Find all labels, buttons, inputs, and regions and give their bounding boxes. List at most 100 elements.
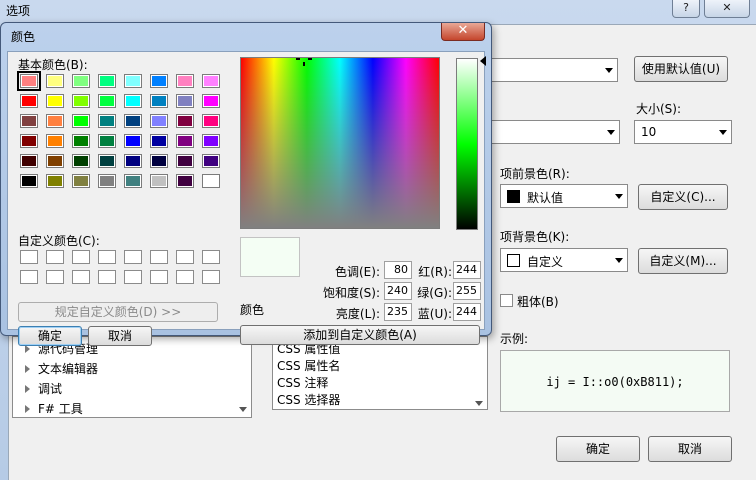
options-ok-button[interactable]: 确定 — [556, 436, 640, 462]
tree-item-debugging[interactable]: 调试 — [25, 380, 62, 397]
custom-color-swatch[interactable] — [98, 250, 116, 264]
basic-color-swatch[interactable] — [176, 134, 194, 148]
basic-color-swatch[interactable] — [176, 154, 194, 168]
luminosity-field[interactable]: 235 — [384, 303, 412, 321]
basic-color-swatch[interactable] — [98, 114, 116, 128]
tree-item-text-editor[interactable]: 文本编辑器 — [25, 360, 98, 377]
basic-color-swatch[interactable] — [46, 94, 64, 108]
list-item[interactable]: CSS 选择器 — [277, 391, 340, 408]
basic-color-swatch[interactable] — [46, 174, 64, 188]
options-close-button[interactable]: ✕ — [704, 0, 750, 18]
item-foreground-combo[interactable]: 默认值 — [500, 184, 628, 208]
basic-color-swatch[interactable] — [98, 74, 116, 88]
green-field[interactable]: 255 — [453, 282, 481, 300]
basic-color-swatch[interactable] — [46, 114, 64, 128]
basic-color-swatch[interactable] — [124, 154, 142, 168]
color-ok-button[interactable]: 确定 — [18, 326, 82, 346]
basic-color-swatch[interactable] — [124, 174, 142, 188]
basic-color-swatch[interactable] — [46, 154, 64, 168]
hue-field[interactable]: 80 — [384, 261, 412, 279]
item-background-combo[interactable]: 自定义 — [500, 248, 628, 272]
blue-field[interactable]: 244 — [453, 303, 481, 321]
display-items-list[interactable]: CSS 属性值 CSS 属性名 CSS 注释 CSS 选择器 — [272, 336, 488, 410]
custom-color-swatch[interactable] — [176, 250, 194, 264]
custom-color-swatch[interactable] — [46, 270, 64, 284]
basic-color-swatch[interactable] — [202, 114, 220, 128]
basic-color-swatch[interactable] — [20, 174, 38, 188]
basic-color-swatch[interactable] — [176, 114, 194, 128]
red-field[interactable]: 244 — [453, 261, 481, 279]
basic-color-swatch[interactable] — [98, 154, 116, 168]
basic-color-swatch[interactable] — [20, 134, 38, 148]
basic-color-swatch[interactable] — [176, 74, 194, 88]
basic-color-swatch[interactable] — [150, 174, 168, 188]
basic-color-swatch[interactable] — [150, 134, 168, 148]
basic-color-swatch[interactable] — [176, 94, 194, 108]
color-dialog-close-button[interactable]: ✕ — [441, 23, 485, 41]
custom-background-button[interactable]: 自定义(M)... — [638, 248, 728, 274]
basic-color-swatch[interactable] — [124, 94, 142, 108]
bold-checkbox[interactable] — [500, 294, 513, 307]
size-combo[interactable]: 10 — [634, 120, 732, 144]
custom-color-swatch[interactable] — [176, 270, 194, 284]
options-tree[interactable]: 源代码管理 文本编辑器 调试 F# 工具 — [12, 336, 252, 418]
scroll-down-icon[interactable] — [475, 401, 483, 406]
custom-color-swatch[interactable] — [20, 250, 38, 264]
options-cancel-button[interactable]: 取消 — [648, 436, 732, 462]
basic-color-swatch[interactable] — [124, 134, 142, 148]
basic-color-swatch[interactable] — [150, 114, 168, 128]
basic-color-swatch[interactable] — [72, 174, 90, 188]
basic-color-swatch[interactable] — [72, 74, 90, 88]
basic-color-swatch[interactable] — [46, 134, 64, 148]
help-button[interactable]: ? — [672, 0, 700, 18]
basic-color-swatch[interactable] — [150, 74, 168, 88]
luminosity-pointer-icon[interactable] — [480, 56, 486, 66]
basic-color-swatch[interactable] — [202, 134, 220, 148]
tree-item-fsharp-tools[interactable]: F# 工具 — [25, 400, 83, 417]
define-custom-colors-button[interactable]: 规定自定义颜色(D) >> — [18, 302, 218, 322]
font-combo-2[interactable] — [488, 120, 620, 144]
basic-color-swatch[interactable] — [17, 71, 41, 91]
saturation-field[interactable]: 240 — [384, 282, 412, 300]
basic-color-swatch[interactable] — [46, 74, 64, 88]
custom-color-swatch[interactable] — [150, 270, 168, 284]
color-cancel-button[interactable]: 取消 — [88, 326, 152, 346]
basic-color-swatch[interactable] — [72, 114, 90, 128]
basic-color-swatch[interactable] — [176, 174, 194, 188]
custom-color-swatch[interactable] — [124, 270, 142, 284]
basic-color-swatch[interactable] — [124, 74, 142, 88]
basic-color-swatch[interactable] — [98, 134, 116, 148]
basic-color-swatch[interactable] — [72, 94, 90, 108]
use-default-button[interactable]: 使用默认值(U) — [634, 56, 728, 82]
basic-color-swatch[interactable] — [98, 94, 116, 108]
custom-foreground-button[interactable]: 自定义(C)... — [638, 184, 728, 210]
custom-color-swatch[interactable] — [46, 250, 64, 264]
custom-color-swatch[interactable] — [150, 250, 168, 264]
basic-color-swatch[interactable] — [20, 94, 38, 108]
custom-color-swatch[interactable] — [20, 270, 38, 284]
luminosity-slider[interactable] — [456, 58, 478, 230]
basic-color-swatch[interactable] — [150, 154, 168, 168]
color-spectrum[interactable] — [240, 57, 440, 229]
basic-color-swatch[interactable] — [202, 174, 220, 188]
custom-color-swatch[interactable] — [202, 270, 220, 284]
custom-color-swatch[interactable] — [202, 250, 220, 264]
basic-color-swatch[interactable] — [124, 114, 142, 128]
basic-color-swatch[interactable] — [20, 154, 38, 168]
scroll-down-icon[interactable] — [239, 407, 247, 412]
font-combo[interactable] — [488, 58, 618, 82]
custom-color-swatch[interactable] — [98, 270, 116, 284]
basic-color-swatch[interactable] — [72, 134, 90, 148]
list-item[interactable]: CSS 注释 — [277, 374, 328, 391]
basic-color-swatch[interactable] — [20, 114, 38, 128]
list-item[interactable]: CSS 属性名 — [277, 357, 340, 374]
basic-color-swatch[interactable] — [98, 174, 116, 188]
basic-color-swatch[interactable] — [202, 154, 220, 168]
custom-color-swatch[interactable] — [72, 250, 90, 264]
add-to-custom-colors-button[interactable]: 添加到自定义颜色(A) — [240, 325, 480, 345]
basic-color-swatch[interactable] — [72, 154, 90, 168]
custom-color-swatch[interactable] — [124, 250, 142, 264]
custom-color-swatch[interactable] — [72, 270, 90, 284]
basic-color-swatch[interactable] — [202, 94, 220, 108]
basic-color-swatch[interactable] — [202, 74, 220, 88]
